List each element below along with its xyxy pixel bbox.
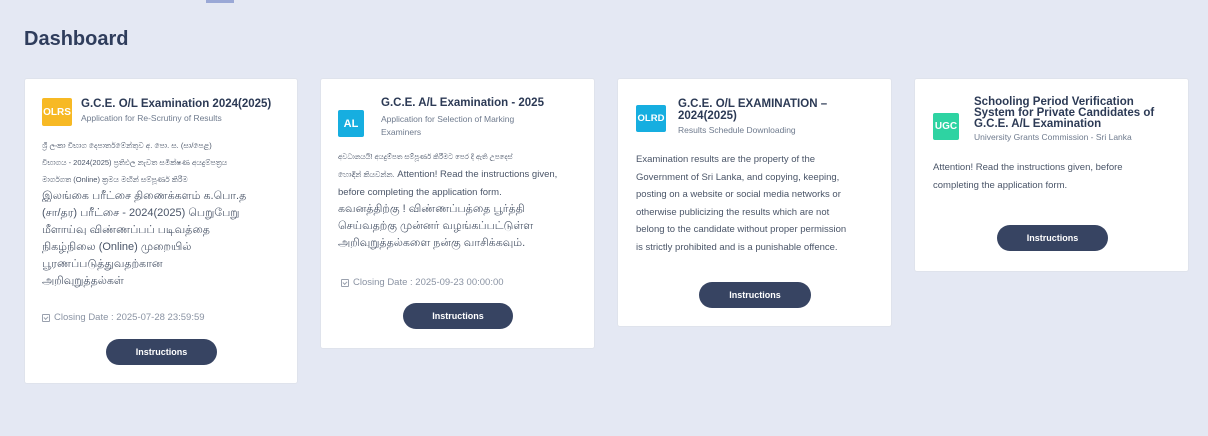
sinhala-line: ශ්‍රී ලංකා විභාග දෙපාර්තමේන්තුව අ. පො. ස… xyxy=(42,141,212,150)
instructions-button[interactable]: Instructions xyxy=(997,225,1108,251)
instructions-button[interactable]: Instructions xyxy=(403,303,513,329)
disclaimer-line: Government of Sri Lanka, and copying, ke… xyxy=(636,171,840,183)
tamil-line: (சா/தர) பரீட்சை - 2024(2025) பெறுபேறு xyxy=(42,207,240,219)
attention-line: Attention! Read the instructions given, … xyxy=(933,162,1123,173)
disclaimer-line: is strictly prohibited and is a punishab… xyxy=(636,241,838,253)
card-subtitle: University Grants Commission - Sri Lanka xyxy=(974,132,1132,142)
disclaimer-line: posting on a website or social media net… xyxy=(636,189,841,200)
card-subtitle-line: Application for Selection of Marking xyxy=(381,114,515,124)
closing-date-text: Closing Date : 2025-09-23 00:00:00 xyxy=(353,277,504,288)
tamil-line: மீளாய்வு விண்ணப்பப் படிவத்தை xyxy=(42,224,210,236)
disclaimer-line: belong to the candidate without proper p… xyxy=(636,224,847,235)
badge-olrs: OLRS xyxy=(42,98,72,126)
card-subtitle: Application for Re-Scrutiny of Results xyxy=(81,113,222,123)
closing-date: Closing Date : 2025-07-28 23:59:59 xyxy=(42,312,205,323)
page-title: Dashboard xyxy=(24,28,129,50)
card-ol-rescrutiny: OLRS G.C.E. O/L Examination 2024(2025) A… xyxy=(24,78,298,384)
calendar-check-icon xyxy=(42,313,50,322)
attention-line: completing the application form. xyxy=(933,179,1068,191)
instructions-button[interactable]: Instructions xyxy=(699,282,811,308)
card-title-line: G.C.E. A/L Examination xyxy=(974,118,1102,130)
tamil-line: இலங்கை பரீட்சை திணைக்களம் க.பொ.த xyxy=(42,190,247,202)
tamil-line: நிகழ்நிலை (Online) முறையில் xyxy=(42,241,192,253)
card-subtitle-line: Examiners xyxy=(381,127,422,137)
top-nav-tab-indicator[interactable] xyxy=(206,0,234,3)
badge-al: AL xyxy=(338,110,364,137)
closing-date-text: Closing Date : 2025-07-28 23:59:59 xyxy=(54,312,205,323)
sinhala-line: අවධානයයි! අයදුම්පත සම්පූර්ණ කිරීමට පෙර ද… xyxy=(338,154,513,161)
card-title-line: G.C.E. O/L EXAMINATION – xyxy=(678,98,828,110)
sinhala-line: විභාගය - 2024(2025) ප්‍රතිඵල නැවත සමීක්ෂ… xyxy=(42,158,228,167)
tamil-line: செய்வதற்கு முன்னர் வழங்கப்பட்டுள்ள xyxy=(338,220,534,232)
tamil-line: கவனத்திற்கு ! விண்ணப்பத்தை பூர்த்தி xyxy=(338,203,525,215)
sinhala-inline: හොඳින් කියවන්න. xyxy=(338,170,395,179)
card-title-line: 2024(2025) xyxy=(678,110,737,122)
tamil-line: அறிவுறுத்தல்கள் xyxy=(42,275,124,287)
badge-olrd: OLRD xyxy=(636,105,666,132)
tamil-line: அறிவுறுத்தல்களை நன்கு வாசிக்கவும். xyxy=(338,237,526,249)
disclaimer-line: otherwise publicizing the results which … xyxy=(636,206,830,218)
disclaimer-line: Examination results are the property of … xyxy=(636,154,816,165)
card-ugc-schooling-verification: UGC Schooling Period Verification System… xyxy=(914,78,1189,272)
card-subtitle: Results Schedule Downloading xyxy=(678,125,796,135)
sinhala-line: මාර්ගගත (Online) ක්‍රමය මඟින් සම්පූර්ණ ක… xyxy=(42,175,188,184)
card-title: G.C.E. A/L Examination - 2025 xyxy=(381,97,544,109)
card-title: G.C.E. O/L Examination 2024(2025) xyxy=(81,98,272,110)
instructions-button[interactable]: Instructions xyxy=(106,339,217,365)
card-ol-results-download: OLRD G.C.E. O/L EXAMINATION – 2024(2025)… xyxy=(617,78,892,327)
closing-date: Closing Date : 2025-09-23 00:00:00 xyxy=(341,277,504,288)
tamil-line: பூரணப்படுத்துவதற்கான xyxy=(42,258,163,270)
calendar-check-icon xyxy=(341,278,349,287)
badge-ugc: UGC xyxy=(933,113,959,140)
card-al-examiners: AL G.C.E. A/L Examination - 2025 Applica… xyxy=(320,78,595,349)
